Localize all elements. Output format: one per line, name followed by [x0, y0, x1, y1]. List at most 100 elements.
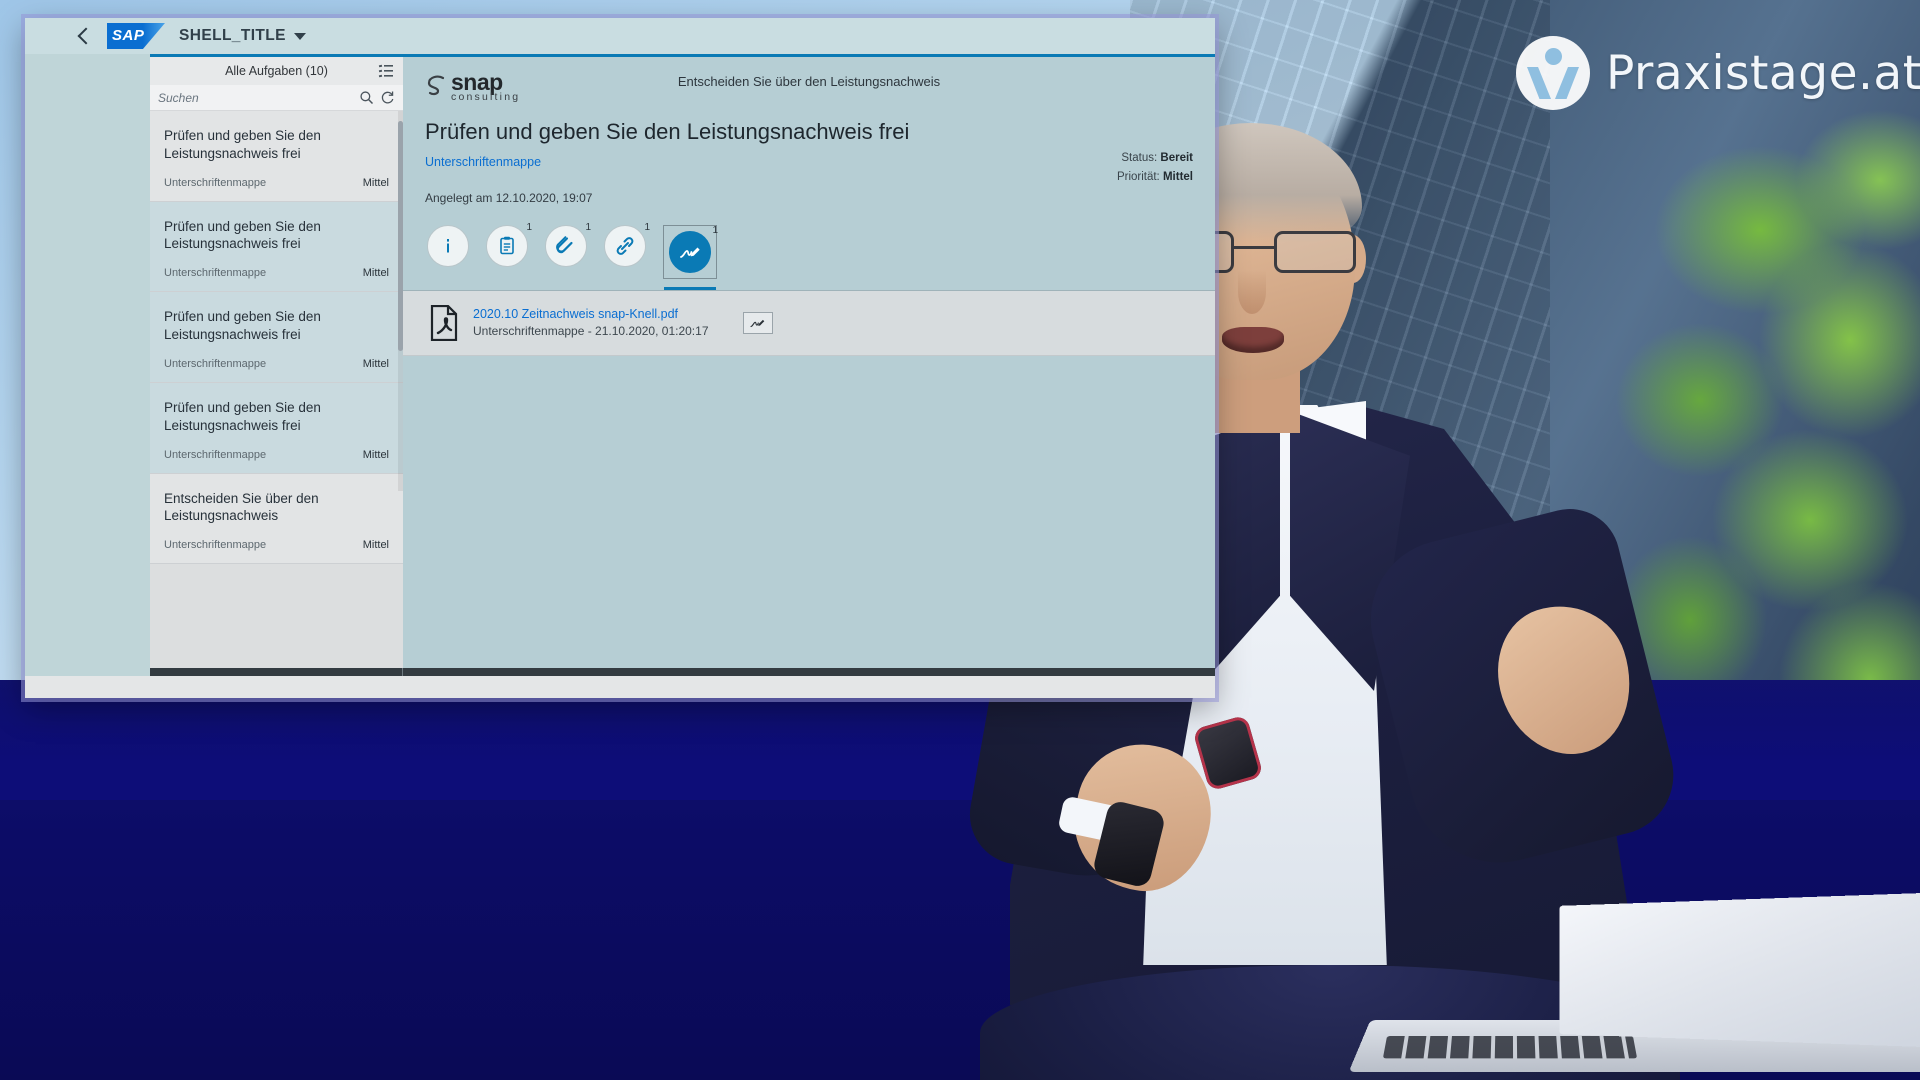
task-list-item[interactable]: Prüfen und geben Sie den Leistungsnachwe…	[150, 382, 403, 474]
task-list-item[interactable]: Prüfen und geben Sie den Leistungsnachwe…	[150, 292, 403, 383]
status-line: Status: Bereit	[1117, 149, 1193, 168]
task-title: Entscheiden Sie über den Leistungsnachwe…	[164, 490, 319, 524]
detail-title: Prüfen und geben Sie den Leistungsnachwe…	[425, 118, 910, 144]
task-subtitle: Unterschriftenmappe	[164, 539, 267, 552]
praxistage-wordmark: Praxistage.at©	[1606, 46, 1920, 101]
status-value: Bereit	[1160, 152, 1193, 164]
task-subtitle: Unterschriftenmappe	[164, 357, 267, 370]
task-list-item[interactable]: Prüfen und geben Sie den Leistungsnachwe…	[150, 111, 403, 202]
app-body: Alle Aufgaben (10) Suchen Prüfen und geb…	[25, 54, 1215, 668]
tab-links[interactable]: 1	[604, 222, 650, 279]
attachment-sign-button[interactable]	[743, 311, 773, 334]
note-glyph	[500, 236, 514, 254]
shell-bar: SAP SHELL_TITLE	[25, 18, 1215, 54]
task-priority: Mittel	[362, 448, 389, 461]
task-meta: Unterschriftenmappe Mittel	[164, 358, 389, 370]
task-meta: Unterschriftenmappe Mittel	[164, 177, 389, 189]
detail-header: Entscheiden Sie über den Leistungsnachwe…	[403, 57, 1215, 205]
tab-badge: 1	[712, 224, 718, 236]
priority-value: Mittel	[1162, 170, 1193, 183]
detail-empty-area	[403, 355, 1215, 668]
list-settings-glyph	[378, 64, 393, 78]
attachment-subtitle: Unterschriftenmappe - 21.10.2020, 01:20:…	[473, 324, 709, 338]
attachment-row[interactable]: 2020.10 Zeitnachweis snap-Knell.pdf Unte…	[403, 291, 1215, 356]
detail-panel: Entscheiden Sie über den Leistungsnachwe…	[403, 54, 1215, 668]
master-list-panel: Alle Aufgaben (10) Suchen Prüfen und geb…	[150, 54, 403, 668]
window-bottom-strip	[25, 676, 1215, 698]
snap-subtitle: consulting	[451, 91, 521, 103]
task-priority: Mittel	[362, 357, 389, 370]
person-head-shape	[1545, 48, 1562, 65]
task-title: Prüfen und geben Sie den Leistungsnachwe…	[164, 399, 321, 433]
search-icon[interactable]	[359, 90, 374, 105]
task-meta: Unterschriftenmappe Mittel	[164, 449, 389, 461]
shell-title-menu[interactable]: SHELL_TITLE	[179, 27, 306, 45]
note-icon	[486, 224, 528, 267]
detail-status-block: Status: Bereit Priorität: Mittel	[1117, 149, 1193, 187]
pdf-file-icon	[430, 304, 458, 341]
glasses-lens-right	[1274, 231, 1356, 273]
glasses-bridge	[1234, 246, 1274, 249]
status-label: Status:	[1121, 152, 1158, 164]
attachment-texts: 2020.10 Zeitnachweis snap-Knell.pdf Unte…	[473, 307, 729, 338]
tab-info[interactable]	[427, 224, 469, 279]
task-meta: Unterschriftenmappe Mittel	[164, 539, 389, 551]
signature-icon	[669, 230, 711, 273]
snap-consulting-logo: snap consulting	[425, 71, 545, 103]
detail-tab-row: 1 1 1 1	[403, 205, 1215, 290]
info-glyph	[447, 238, 449, 252]
priority-label: Priorität:	[1116, 170, 1160, 183]
tab-signature[interactable]: 1	[663, 224, 718, 290]
task-title: Prüfen und geben Sie den Leistungsnachwe…	[164, 218, 321, 252]
sap-logo-text: SAP	[112, 27, 145, 44]
task-list-item[interactable]: Entscheiden Sie über den Leistungsnachwe…	[150, 473, 403, 565]
refresh-icon[interactable]	[380, 90, 395, 105]
master-list-title: Alle Aufgaben (10)	[225, 64, 328, 78]
task-priority: Mittel	[362, 267, 389, 280]
laptop-screen	[1559, 892, 1920, 1048]
task-subtitle: Unterschriftenmappe	[164, 176, 267, 189]
paperclip-glyph	[556, 235, 573, 253]
laptop-keyboard	[1382, 1036, 1638, 1059]
link-glyph	[616, 236, 634, 255]
sap-fiori-app-window: SAP SHELL_TITLE Alle Aufgaben (10) Suche…	[25, 18, 1215, 698]
search-row	[150, 85, 403, 111]
task-subtitle: Unterschriftenmappe	[164, 448, 267, 461]
detail-link[interactable]: Unterschriftenmappe	[425, 155, 1193, 169]
task-priority: Mittel	[362, 539, 389, 552]
tab-note[interactable]: 1	[486, 222, 532, 279]
praxistage-wordmark-text: Praxistage.at	[1606, 45, 1920, 101]
search-input[interactable]	[158, 90, 353, 105]
signature-glyph	[680, 247, 700, 258]
tab-badge: 1	[585, 221, 591, 233]
task-subtitle: Unterschriftenmappe	[164, 267, 267, 280]
back-chevron-icon[interactable]	[75, 27, 93, 45]
attachment-area: 2020.10 Zeitnachweis snap-Knell.pdf Unte…	[403, 290, 1215, 356]
tab-attachments[interactable]: 1	[545, 222, 591, 279]
master-list-header: Alle Aufgaben (10)	[150, 57, 403, 85]
attachment-file-name[interactable]: 2020.10 Zeitnachweis snap-Knell.pdf	[473, 307, 729, 321]
task-list[interactable]: Prüfen und geben Sie den Leistungsnachwe…	[150, 111, 403, 668]
tab-badge: 1	[644, 221, 650, 233]
tab-badge: 1	[526, 221, 532, 233]
task-meta: Unterschriftenmappe Mittel	[164, 267, 389, 279]
info-icon	[427, 224, 469, 267]
task-title: Prüfen und geben Sie den Leistungsnachwe…	[164, 309, 321, 343]
praxistage-person-icon	[1516, 36, 1590, 110]
task-list-item[interactable]: Prüfen und geben Sie den Leistungsnachwe…	[150, 201, 403, 293]
chevron-down-icon	[293, 32, 306, 40]
person-body-shape	[1527, 67, 1579, 99]
speaker-mouth	[1222, 327, 1284, 353]
list-settings-icon[interactable]	[377, 62, 395, 80]
detail-created-date: Angelegt am 12.10.2020, 19:07	[425, 190, 593, 205]
paperclip-icon	[545, 224, 587, 267]
sap-logo[interactable]: SAP	[107, 23, 165, 49]
task-title: Prüfen und geben Sie den Leistungsnachwe…	[164, 128, 321, 161]
speaker-nose	[1238, 270, 1266, 314]
sign-icon	[750, 319, 765, 327]
snap-swirl-icon	[427, 75, 445, 96]
praxistage-logo: Praxistage.at©	[1516, 30, 1920, 116]
task-priority: Mittel	[362, 176, 389, 189]
link-icon	[604, 224, 646, 267]
left-gutter	[25, 54, 150, 668]
